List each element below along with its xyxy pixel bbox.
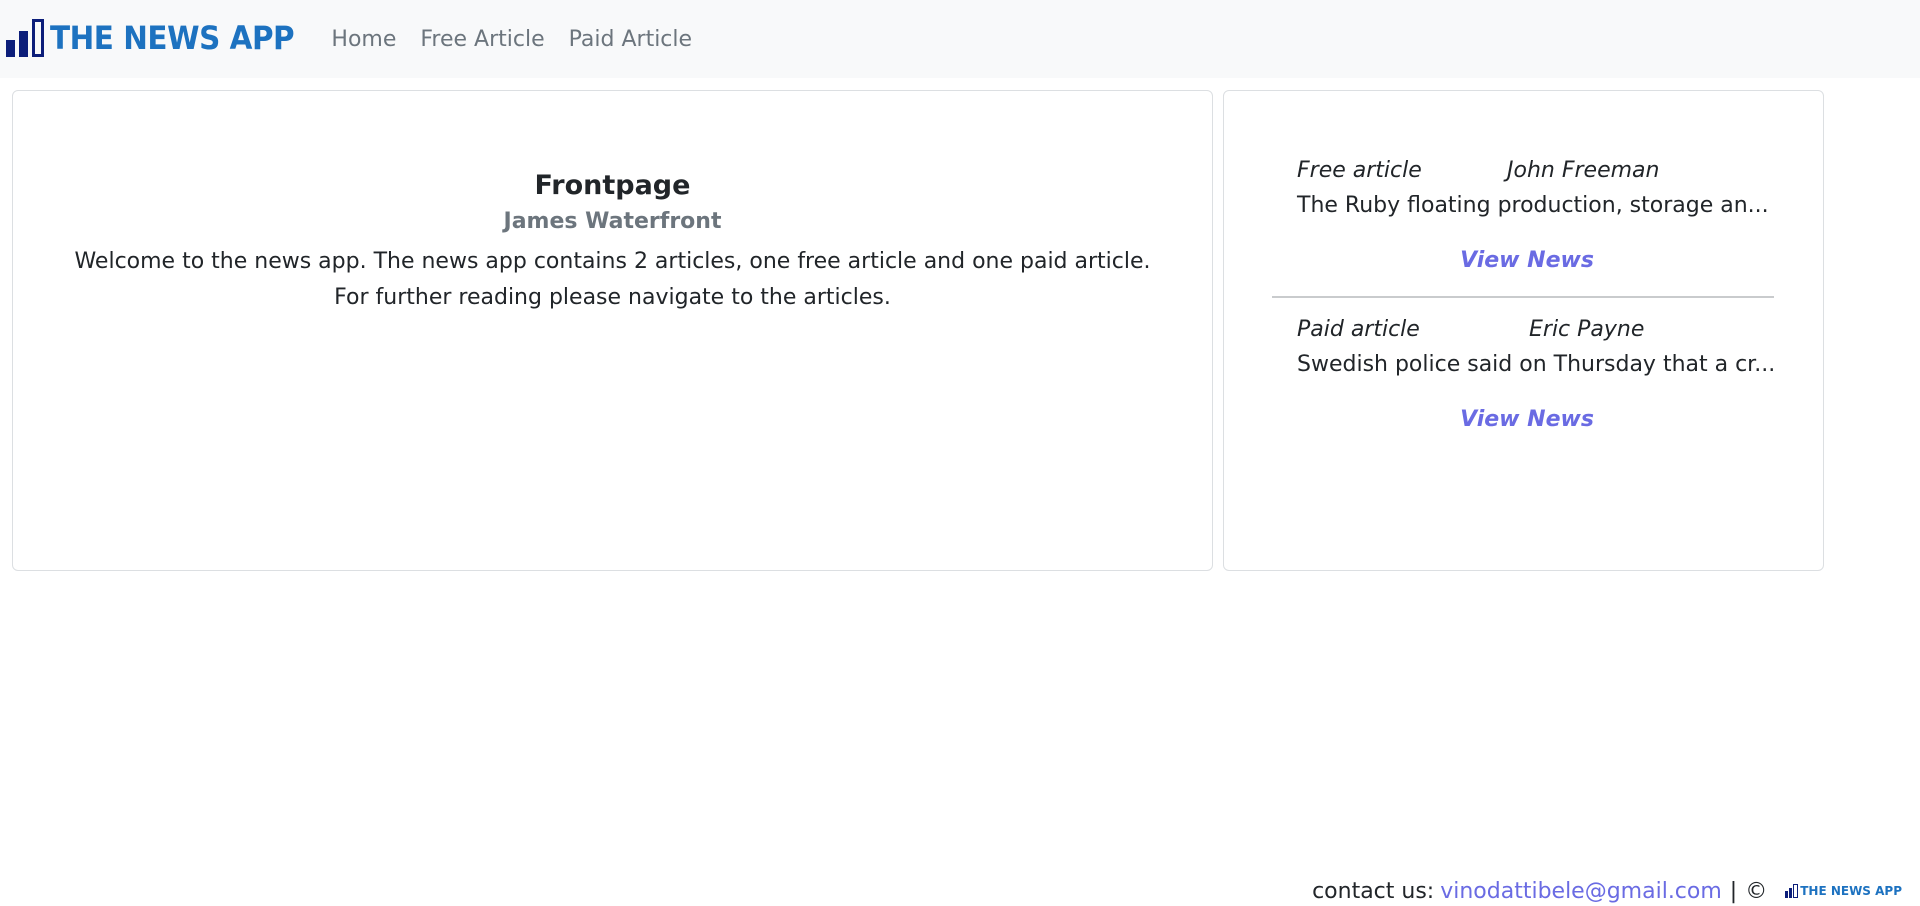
page-title: Frontpage <box>534 170 691 201</box>
view-news-link-free[interactable]: View News <box>1297 246 1757 276</box>
article-type: Free article <box>1297 158 1422 183</box>
footer-separator: | <box>1729 878 1738 904</box>
frontpage-card: Frontpage James Waterfront Welcome to th… <box>12 90 1213 571</box>
page-author: James Waterfront <box>503 209 722 234</box>
nav-paid-article-link[interactable]: Paid Article <box>557 27 704 52</box>
brand-name: THE NEWS APP <box>50 19 295 57</box>
bar-chart-logo-icon <box>6 19 44 57</box>
top-navbar: THE NEWS APP Home Free Article Paid Arti… <box>0 0 1920 78</box>
footer-logo: THE NEWS APP <box>1785 884 1902 898</box>
bar-chart-logo-icon <box>1785 884 1799 898</box>
article-preview-paid: Paid article Eric Payne Swedish police s… <box>1297 313 1776 435</box>
contact-email-link[interactable]: vinodattibele@gmail.com <box>1440 879 1722 904</box>
copyright-symbol: © <box>1745 878 1768 904</box>
nav-links: Home Free Article Paid Article <box>319 27 704 52</box>
article-meta: Paid article Eric Payne <box>1297 313 1757 347</box>
article-author: John Freeman <box>1507 158 1660 183</box>
article-author: Eric Payne <box>1529 317 1645 342</box>
article-excerpt: Swedish police said on Thursday that a c… <box>1297 352 1776 377</box>
article-excerpt: The Ruby floating production, storage an… <box>1297 193 1769 218</box>
nav-home-link[interactable]: Home <box>319 27 408 52</box>
intro-line-1: Welcome to the news app. The news app co… <box>74 249 1151 274</box>
brand-logo[interactable]: THE NEWS APP <box>6 19 315 57</box>
article-preview-free: Free article John Freeman The Ruby float… <box>1297 154 1769 276</box>
nav-free-article-link[interactable]: Free Article <box>408 27 556 52</box>
page-intro-text: Welcome to the news app. The news app co… <box>13 244 1212 316</box>
footer-logo-text: THE NEWS APP <box>1800 884 1902 898</box>
intro-line-2: For further reading please navigate to t… <box>334 285 891 310</box>
article-divider <box>1272 296 1774 298</box>
frontpage-content: Frontpage James Waterfront Welcome to th… <box>13 166 1212 316</box>
contact-label: contact us: <box>1312 878 1435 904</box>
article-meta: Free article John Freeman <box>1297 154 1757 188</box>
article-type: Paid article <box>1297 317 1420 342</box>
articles-sidebar-card: Free article John Freeman The Ruby float… <box>1223 90 1824 571</box>
view-news-link-paid[interactable]: View News <box>1297 405 1757 435</box>
page-footer: contact us: vinodattibele@gmail.com | © … <box>1312 876 1902 906</box>
